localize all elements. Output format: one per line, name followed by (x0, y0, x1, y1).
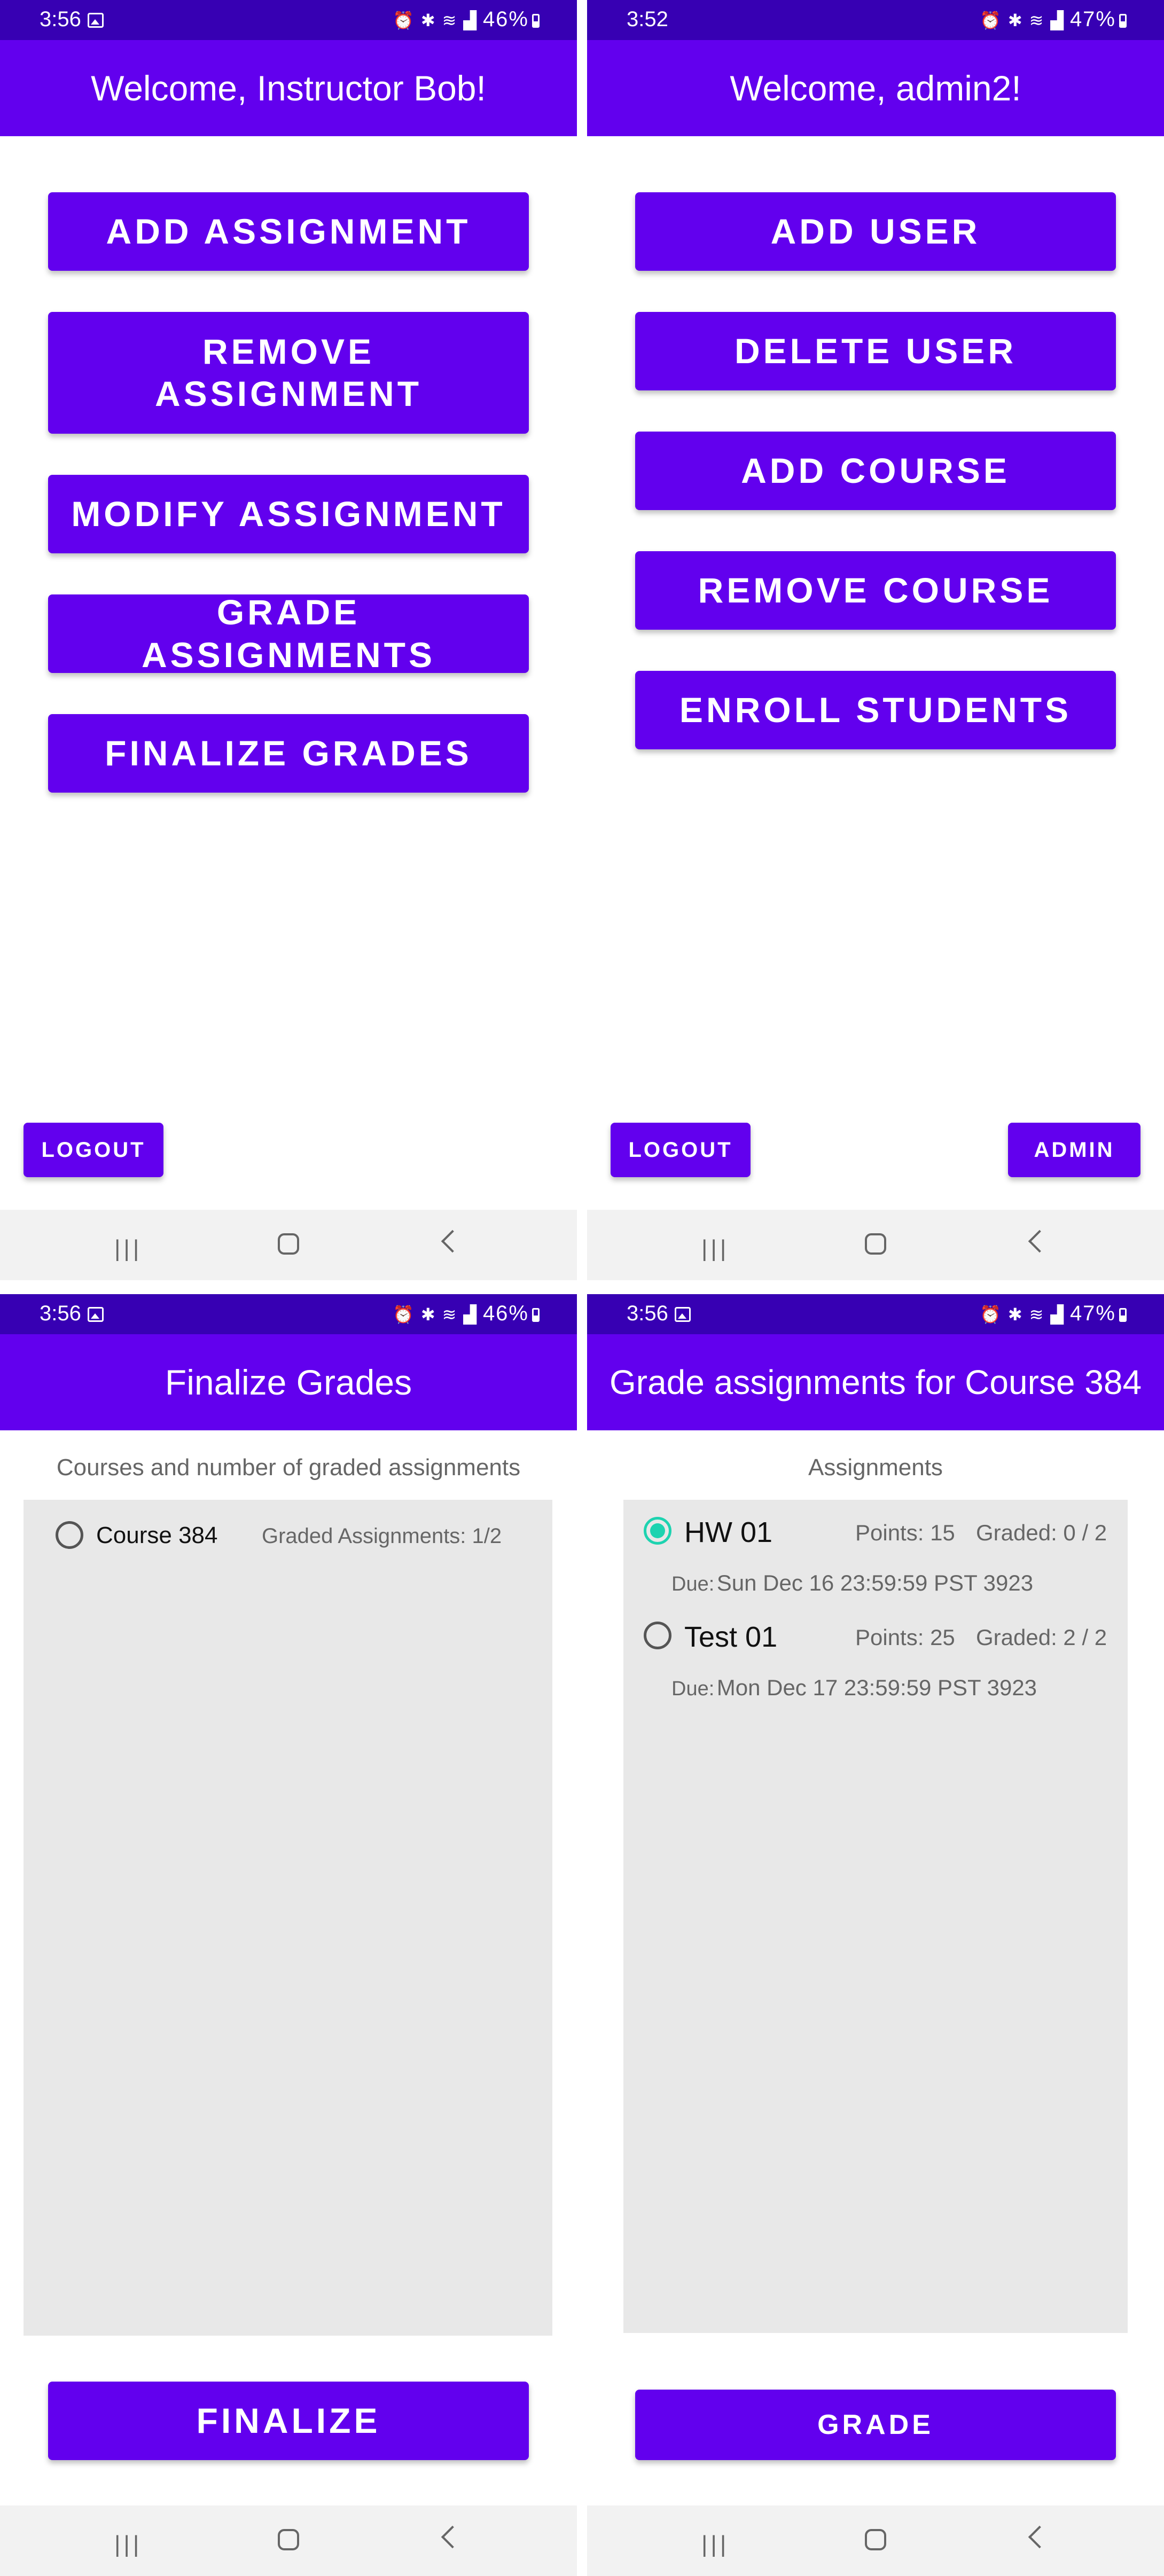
status-time: 3:56 (40, 7, 81, 31)
graded-label: Graded Assignments: (262, 1524, 466, 1548)
battery-icon (1119, 14, 1127, 28)
status-bar: 3:56 ⏰ ✱ ≋ ▟ 46% (0, 1294, 577, 1334)
battery-percent: 46% (482, 1302, 529, 1325)
assignment-points: Points: 15 (855, 1520, 955, 1545)
logout-button[interactable]: LOGOUT (611, 1123, 751, 1177)
list-item[interactable]: Test 01 Points: 25 Graded: 2 / 2 Due: Mo… (623, 1615, 1128, 1711)
battery-icon (1119, 1308, 1127, 1322)
home-icon[interactable] (278, 2529, 299, 2550)
nav-bar: ||| (587, 2505, 1164, 2576)
gallery-icon (674, 1307, 691, 1322)
due-label: Due: (671, 1573, 715, 1595)
course-list: Course 384 Graded Assignments: 1/2 (24, 1500, 552, 2336)
course-name: Course 384 (96, 1522, 218, 1548)
battery-icon (532, 1308, 540, 1322)
assignment-radio[interactable] (644, 1622, 671, 1649)
page-title: Finalize Grades (0, 1334, 577, 1430)
due-label: Due: (671, 1678, 715, 1700)
add-user-button[interactable]: ADD USER (635, 192, 1116, 271)
admin-button[interactable]: ADMIN (1008, 1123, 1140, 1177)
enroll-students-button[interactable]: ENROLL STUDENTS (635, 671, 1116, 749)
grade-assignments-button[interactable]: GRADE ASSIGNMENTS (48, 592, 529, 675)
grade-button[interactable]: GRADE (635, 2390, 1116, 2460)
remove-course-button[interactable]: REMOVE COURSE (635, 551, 1116, 630)
back-icon[interactable] (441, 1230, 464, 1253)
battery-icon (532, 14, 540, 28)
home-icon[interactable] (865, 2529, 886, 2550)
grade-assignments-screen: 3:56 ⏰ ✱ ≋ ▟ 47% Grade assignments for Co… (587, 1294, 1164, 2576)
assignment-radio[interactable] (644, 1517, 671, 1545)
recents-icon[interactable]: ||| (701, 2531, 729, 2558)
finalize-button[interactable]: FINALIZE (48, 2382, 529, 2460)
status-time: 3:56 (40, 1302, 81, 1325)
status-icons: ⏰ ✱ ≋ ▟ (980, 1305, 1065, 1324)
assignment-graded: Graded: 0 / 2 (976, 1520, 1107, 1545)
nav-bar: ||| (587, 1210, 1164, 1280)
status-icons: ⏰ ✱ ≋ ▟ (980, 11, 1065, 30)
nav-bar: ||| (0, 1210, 577, 1280)
status-icons: ⏰ ✱ ≋ ▟ (393, 1305, 478, 1324)
status-icons: ⏰ ✱ ≋ ▟ (393, 11, 478, 30)
assignment-name: Test 01 (684, 1621, 778, 1653)
status-bar: 3:56 ⏰ ✱ ≋ ▟ 46% (0, 0, 577, 40)
status-bar: 3:52 ⏰ ✱ ≋ ▟ 47% (587, 0, 1164, 40)
home-icon[interactable] (865, 1233, 886, 1255)
assignment-points: Points: 25 (855, 1625, 955, 1650)
logout-button[interactable]: LOGOUT (24, 1123, 163, 1177)
section-subtitle: Courses and number of graded assignments (56, 1454, 521, 1481)
back-icon[interactable] (1028, 2525, 1051, 2549)
modify-assignment-button[interactable]: MODIFY ASSIGNMENT (48, 475, 529, 553)
battery-percent: 47% (1069, 1302, 1116, 1325)
admin-screen: 3:52 ⏰ ✱ ≋ ▟ 47% Welcome, admin2! ADD USE… (587, 0, 1164, 1282)
battery-percent: 46% (482, 7, 529, 31)
finalize-grades-button[interactable]: FINALIZE GRADES (48, 714, 529, 793)
assignment-graded: Graded: 2 / 2 (976, 1625, 1107, 1650)
back-icon[interactable] (1028, 1230, 1051, 1253)
delete-user-button[interactable]: DELETE USER (635, 312, 1116, 390)
home-icon[interactable] (278, 1233, 299, 1255)
list-item[interactable]: HW 01 Points: 15 Graded: 0 / 2 Due: Sun … (623, 1510, 1128, 1607)
remove-assignment-button[interactable]: REMOVE ASSIGNMENT (48, 312, 529, 434)
recents-icon[interactable]: ||| (701, 1235, 729, 1262)
gallery-icon (87, 1307, 104, 1322)
gallery-icon (87, 13, 104, 28)
assignment-list: HW 01 Points: 15 Graded: 0 / 2 Due: Sun … (623, 1500, 1128, 2333)
recents-icon[interactable]: ||| (114, 2531, 142, 2558)
due-date: Sun Dec 16 23:59:59 PST 3923 (716, 1570, 1034, 1595)
add-assignment-button[interactable]: ADD ASSIGNMENT (48, 192, 529, 271)
section-subtitle: Assignments (808, 1454, 943, 1481)
back-icon[interactable] (441, 2525, 464, 2549)
assignment-name: HW 01 (684, 1516, 773, 1548)
status-time: 3:56 (627, 1302, 668, 1325)
course-radio[interactable] (56, 1521, 83, 1549)
status-bar: 3:56 ⏰ ✱ ≋ ▟ 47% (587, 1294, 1164, 1334)
graded-count: 1/2 (472, 1524, 502, 1548)
status-time: 3:52 (627, 7, 668, 31)
page-title: Grade assignments for Course 384 (587, 1334, 1164, 1430)
add-course-button[interactable]: ADD COURSE (635, 432, 1116, 510)
list-item[interactable]: Course 384 Graded Assignments: 1/2 (24, 1516, 552, 1559)
instructor-screen: 3:56 ⏰ ✱ ≋ ▟ 46% Welcome, Instructor Bob!… (0, 0, 577, 1282)
page-title: Welcome, Instructor Bob! (0, 40, 577, 136)
finalize-grades-screen: 3:56 ⏰ ✱ ≋ ▟ 46% Finalize Grades Courses … (0, 1294, 577, 2576)
due-date: Mon Dec 17 23:59:59 PST 3923 (716, 1675, 1037, 1700)
battery-percent: 47% (1069, 7, 1116, 31)
nav-bar: ||| (0, 2505, 577, 2576)
page-title: Welcome, admin2! (587, 40, 1164, 136)
recents-icon[interactable]: ||| (114, 1235, 142, 1262)
